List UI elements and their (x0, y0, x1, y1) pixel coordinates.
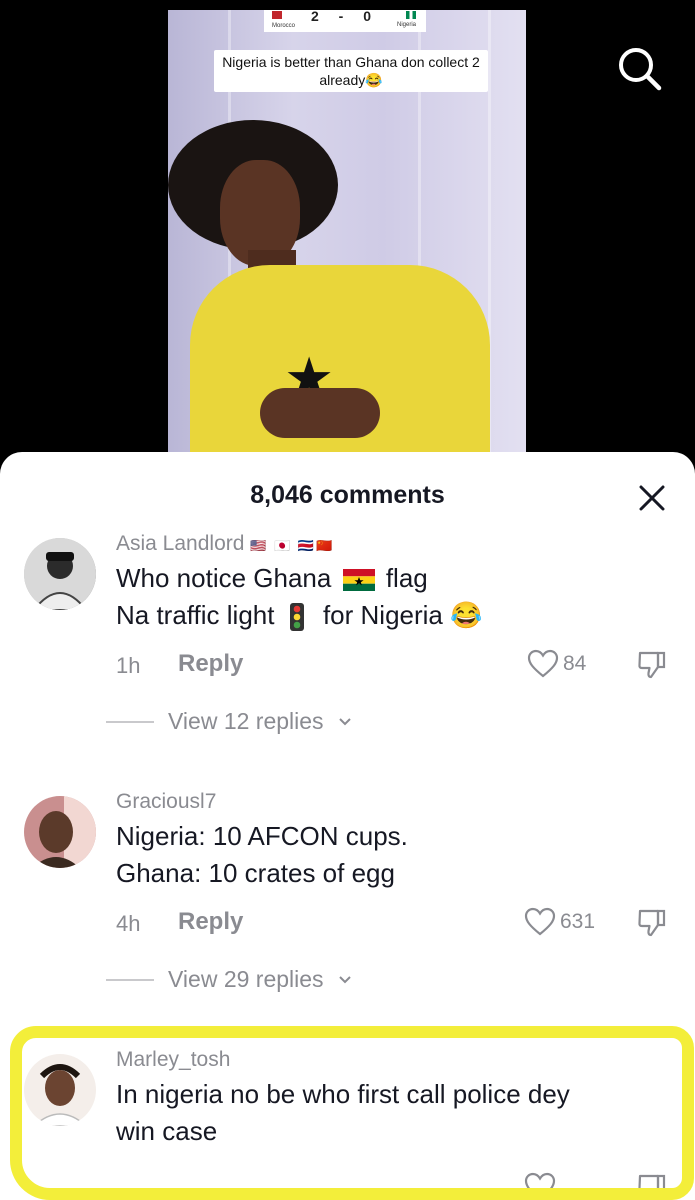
like-button[interactable]: 84 (527, 649, 586, 679)
close-button[interactable] (634, 480, 670, 516)
team-away: Nigeria (396, 22, 416, 28)
avatar[interactable] (24, 538, 96, 610)
comment-line: for Nigeria 😂 (322, 600, 483, 630)
like-count: 84 (563, 652, 587, 675)
avatar[interactable] (24, 796, 96, 868)
chevron-down-icon (338, 975, 351, 983)
divider-line (106, 978, 154, 981)
divider-line (106, 720, 154, 723)
scoreboard: 2 - 0 Morocco Nigeria (264, 10, 426, 32)
view-replies-label: View 29 replies (168, 966, 324, 992)
comment-time: 4h (116, 911, 141, 936)
avatar[interactable] (24, 1054, 96, 1126)
chevron-down-icon (338, 717, 351, 725)
comments-count-title: 8,046 comments (250, 481, 445, 509)
comment-line: Nigeria: 10 AFCON cups. (116, 821, 408, 851)
comments-sheet: 8,046 comments Asia Landlord 🇺🇸 🇯🇵 🇨🇷🇨🇳 … (0, 452, 695, 1200)
comment-text: In nigeria no be who first call police d… (116, 1076, 676, 1150)
avatar-image (24, 1054, 96, 1126)
like-button[interactable]: 631 (524, 907, 595, 937)
ghana-flag-icon (342, 569, 375, 592)
heart-icon (527, 649, 559, 678)
reply-button[interactable]: Reply (178, 908, 243, 936)
comment-line: flag (385, 563, 428, 593)
comment-time: 1h (116, 653, 141, 678)
comment-text: Nigeria: 10 AFCON cups. Ghana: 10 crates… (116, 818, 676, 892)
comment-line: Who notice Ghana (116, 563, 332, 593)
thumbs-down-icon (638, 909, 666, 937)
avatar-image (24, 538, 96, 610)
thumbs-down-icon (638, 1174, 666, 1200)
traffic-light-icon (289, 603, 304, 632)
close-icon (639, 485, 665, 511)
person-hands (260, 388, 380, 438)
nigeria-flag-icon (406, 11, 416, 19)
comment-line: Ghana: 10 crates of egg (116, 858, 395, 888)
dislike-button[interactable] (636, 907, 668, 939)
team-home: Morocco (272, 23, 296, 29)
thumbs-down-icon (638, 651, 666, 679)
view-replies-button[interactable]: View 29 replies (106, 966, 352, 993)
search-icon (619, 48, 662, 91)
video-player[interactable]: 2 - 0 Morocco Nigeria Nigeria is better … (168, 10, 526, 470)
like-count: 631 (560, 910, 596, 933)
comment-username[interactable]: Graciousl7 (116, 790, 216, 814)
comment-line: win case (116, 1116, 218, 1146)
dislike-button[interactable] (636, 649, 668, 681)
like-button[interactable] (524, 1172, 556, 1200)
heart-icon (524, 907, 556, 936)
search-button[interactable] (612, 42, 668, 98)
comment-username[interactable]: Marley_tosh (116, 1048, 230, 1072)
avatar-image (24, 796, 96, 868)
heart-icon (524, 1172, 556, 1200)
comment-username[interactable]: Asia Landlord 🇺🇸 🇯🇵 🇨🇷🇨🇳 (116, 532, 334, 556)
view-replies-label: View 12 replies (168, 708, 324, 734)
username-text: Asia Landlord (116, 532, 245, 555)
comment-line: Na traffic light (116, 600, 275, 630)
view-replies-button[interactable]: View 12 replies (106, 708, 352, 735)
ghana-jersey (190, 265, 490, 470)
reply-button[interactable]: Reply (178, 650, 243, 678)
video-caption: Nigeria is better than Ghana don collect… (214, 50, 488, 92)
dislike-button[interactable] (636, 1172, 668, 1200)
username-flags: 🇺🇸 🇯🇵 🇨🇷🇨🇳 (250, 538, 335, 553)
comment-text: Who notice Ghana flag Na traffic light f… (116, 560, 676, 634)
comment-line: In nigeria no be who first call police d… (116, 1079, 570, 1109)
